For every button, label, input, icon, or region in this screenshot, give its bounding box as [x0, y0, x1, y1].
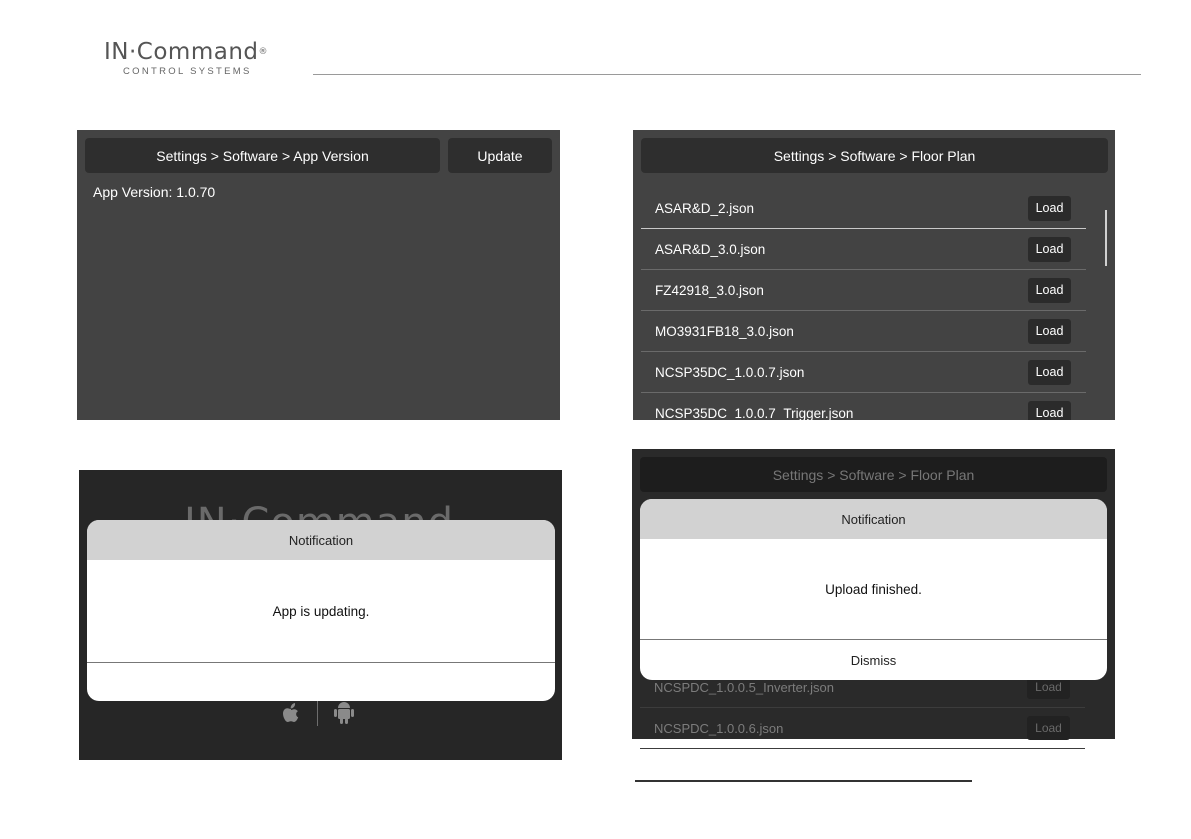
footer-rule — [635, 780, 972, 782]
platform-icons — [279, 698, 356, 726]
floor-plan-screen: Settings > Software > Floor Plan ASAR&D_… — [633, 130, 1115, 420]
file-name: ASAR&D_3.0.json — [655, 241, 766, 257]
file-list: ASAR&D_2.json Load ASAR&D_3.0.json Load FZ42… — [641, 188, 1086, 420]
modal-footer — [87, 663, 555, 701]
app-version-screen: Settings > Software > App Version Update… — [77, 130, 560, 420]
dismiss-button[interactable]: Dismiss — [640, 640, 1107, 680]
load-button[interactable]: Load — [1028, 359, 1071, 385]
file-name: NCSP35DC_1.0.0.7.json — [655, 364, 805, 380]
modal-message: Upload finished. — [825, 581, 922, 597]
upload-screen: Settings > Software > Floor Plan NCSPDC_… — [632, 449, 1115, 749]
header-divider — [313, 74, 1141, 75]
load-button[interactable]: Load — [1028, 318, 1071, 344]
android-icon — [334, 702, 354, 724]
list-item[interactable]: NCSP35DC_1.0.0.7.json Load — [641, 352, 1086, 393]
list-item[interactable]: NCSPDC_1.0.0.6.json Load — [640, 708, 1085, 749]
modal-title: Notification — [640, 499, 1107, 539]
load-button[interactable]: Load — [1028, 195, 1071, 221]
breadcrumb: Settings > Software > Floor Plan — [640, 457, 1107, 492]
load-button[interactable]: Load — [1028, 400, 1071, 420]
list-item[interactable]: ASAR&D_3.0.json Load — [641, 229, 1086, 270]
icon-divider — [317, 698, 318, 726]
breadcrumb: Settings > Software > App Version — [85, 138, 440, 173]
brand-name: IN·Command — [104, 39, 259, 65]
apple-icon — [283, 703, 299, 722]
notification-modal: Notification Upload finished. Dismiss — [640, 499, 1107, 680]
list-item[interactable]: NCSP35DC_1.0.0.7_Trigger.json Load — [641, 393, 1086, 420]
modal-message: App is updating. — [272, 603, 370, 619]
file-name: ASAR&D_2.json — [655, 200, 755, 216]
notification-modal: Notification App is updating. — [87, 520, 555, 701]
updating-screen: IN·Command Notification App is updating. — [79, 470, 562, 760]
brand-logo: IN·Command® CONTROL SYSTEMS — [104, 40, 294, 80]
scrollbar[interactable] — [1105, 210, 1107, 266]
list-item[interactable]: MO3931FB18_3.0.json Load — [641, 311, 1086, 352]
update-button[interactable]: Update — [448, 138, 552, 173]
modal-title: Notification — [87, 520, 555, 560]
file-name: NCSP35DC_1.0.0.7_Trigger.json — [655, 405, 854, 421]
load-button[interactable]: Load — [1027, 716, 1070, 740]
list-item[interactable]: ASAR&D_2.json Load — [641, 188, 1086, 229]
load-button[interactable]: Load — [1028, 236, 1071, 262]
brand-subtitle: CONTROL SYSTEMS — [123, 66, 252, 77]
app-version-text: App Version: 1.0.70 — [93, 184, 216, 200]
registered-mark: ® — [258, 47, 269, 57]
load-button[interactable]: Load — [1028, 277, 1071, 303]
file-name: MO3931FB18_3.0.json — [655, 323, 794, 339]
file-name: NCSPDC_1.0.0.5_Inverter.json — [654, 679, 834, 695]
file-name: NCSPDC_1.0.0.6.json — [654, 720, 784, 736]
breadcrumb: Settings > Software > Floor Plan — [641, 138, 1108, 173]
list-item[interactable]: FZ42918_3.0.json Load — [641, 270, 1086, 311]
file-name: FZ42918_3.0.json — [655, 282, 764, 298]
